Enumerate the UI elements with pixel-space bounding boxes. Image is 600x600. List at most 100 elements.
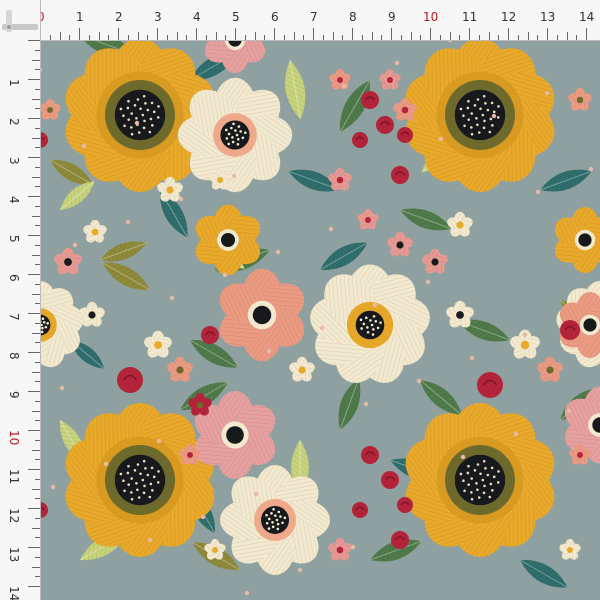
sprig-bud-icon <box>341 83 347 89</box>
ruler-tick <box>332 32 334 40</box>
ruler-left-label: 3 <box>7 157 21 165</box>
ruler-tick <box>556 35 558 40</box>
sprig-bud-icon <box>491 113 497 119</box>
ruler-tick <box>498 35 500 40</box>
ruler-tick <box>32 566 40 568</box>
ruler-tick <box>32 137 40 139</box>
ruler-tick <box>35 439 40 441</box>
sprig-bud-icon <box>222 272 228 278</box>
ruler-clip-icon <box>2 10 38 32</box>
ruler-left-label: 1 <box>7 79 21 87</box>
sprig-bud-icon <box>266 348 272 354</box>
sprig-bud-icon <box>513 431 519 437</box>
ruler-tick <box>137 32 139 40</box>
sprig-bud-icon <box>460 454 466 460</box>
ruler-tick <box>459 35 461 40</box>
ruler-tick <box>28 40 40 41</box>
ruler-tick <box>420 35 422 40</box>
ruler-tick <box>35 400 40 402</box>
ruler-tick <box>225 35 227 40</box>
ruler-tick <box>517 35 519 40</box>
ruler-tick <box>35 322 40 324</box>
sprig-bud-icon <box>469 355 475 361</box>
ruler-tick <box>35 381 40 383</box>
ruler-tick <box>342 35 344 40</box>
rose-icon <box>117 367 143 393</box>
ruler-tick <box>35 166 40 168</box>
ruler-tick <box>32 371 40 373</box>
sprig-bud-icon <box>169 295 175 301</box>
ruler-tick <box>35 69 40 71</box>
ruler-top: 01234567891011121314 <box>0 0 600 41</box>
rose-icon <box>361 91 379 109</box>
ruler-top-label: 5 <box>232 10 240 24</box>
ruler-tick <box>264 35 266 40</box>
ruler-tick <box>28 118 40 119</box>
ruler-tick <box>35 264 40 266</box>
sprig-bud-icon <box>72 242 78 248</box>
ruler-tick <box>32 527 40 529</box>
ruler-tick <box>566 32 568 40</box>
ruler-tick <box>205 35 207 40</box>
ruler-top-label: 1 <box>76 10 84 24</box>
ruler-tick <box>381 35 383 40</box>
rose-icon <box>376 116 394 134</box>
ruler-tick <box>28 196 40 197</box>
ruler-top-label: 13 <box>540 10 556 24</box>
ruler-tick <box>98 32 100 40</box>
sprig-bud-icon <box>566 408 572 414</box>
rose-icon <box>352 132 368 148</box>
ruler-tick <box>127 35 129 40</box>
ruler-tick <box>32 410 40 412</box>
rose-icon <box>560 320 580 340</box>
ruler-tick <box>35 186 40 188</box>
sprig-bud-icon <box>372 302 378 308</box>
ruler-tick <box>527 32 529 40</box>
ruler-top-label: 4 <box>193 10 201 24</box>
embroidered-floral-fabric <box>40 40 600 600</box>
rose-icon <box>361 446 379 464</box>
ruler-left: 1 2 3 4 5 6 7 8 9 10 11 12 13 14 <box>0 0 41 600</box>
sprig-bud-icon <box>125 219 131 225</box>
ruler-left-label: 4 <box>7 196 21 204</box>
ruler-tick <box>28 157 40 158</box>
ruler-tick <box>35 478 40 480</box>
sprig-bud-icon <box>147 537 153 543</box>
ruler-corner <box>0 0 40 40</box>
ruler-tick <box>35 205 40 207</box>
ruler-top-label: 7 <box>310 10 318 24</box>
ruler-tick <box>32 488 40 490</box>
ruler-tick <box>537 35 539 40</box>
ruler-left-label: 12 <box>7 508 21 524</box>
rose-icon <box>397 127 413 143</box>
ruler-tick <box>35 244 40 246</box>
ruler-tick <box>147 35 149 40</box>
sprig-bud-icon <box>438 136 444 142</box>
ruler-tick <box>28 547 40 548</box>
ruler-tick <box>449 32 451 40</box>
ruler-tick <box>35 342 40 344</box>
ruler-tick <box>430 28 431 40</box>
ruler-tick <box>28 352 40 353</box>
ruler-left-label: 11 <box>7 469 21 485</box>
ruler-tick <box>35 283 40 285</box>
sprig-bud-icon <box>200 514 206 520</box>
ruler-top-label: 11 <box>462 10 478 24</box>
sprig-bud-icon <box>244 590 250 596</box>
ruler-tick <box>547 28 548 40</box>
ruler-tick <box>35 498 40 500</box>
ruler-tick <box>59 32 61 40</box>
sprig-bud-icon <box>350 544 356 550</box>
ruler-left-label: 14 <box>7 586 21 600</box>
ruler-tick <box>28 313 40 314</box>
ruler-tick <box>157 28 158 40</box>
ruler-tick <box>108 35 110 40</box>
ruler-tick <box>28 235 40 236</box>
sprig-bud-icon <box>156 438 162 444</box>
ruler-tick <box>28 430 40 431</box>
ruler-tick <box>35 361 40 363</box>
sprig-bud-icon <box>394 60 400 66</box>
ruler-tick <box>28 391 40 392</box>
ruler-top-label: 14 <box>579 10 595 24</box>
ruler-left-label: 7 <box>7 313 21 321</box>
